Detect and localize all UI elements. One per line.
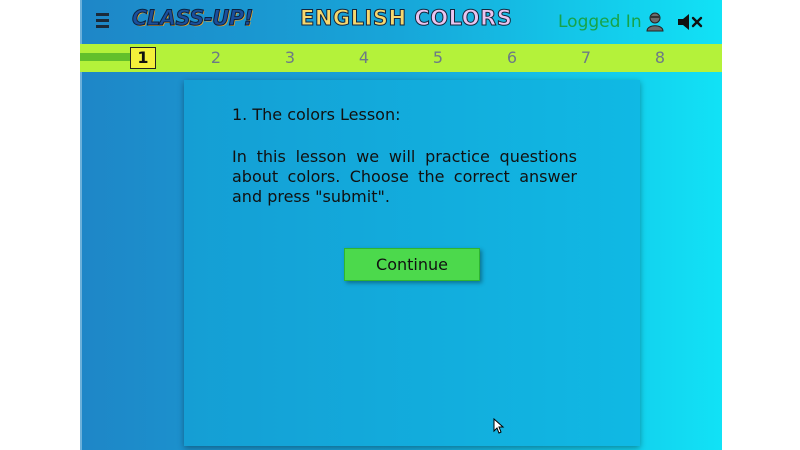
speaker-muted-icon[interactable] <box>676 12 704 32</box>
user-icon[interactable] <box>646 12 664 32</box>
title-word-english: ENGLISH <box>300 6 407 31</box>
lesson-title-header: ENGLISH COLORS <box>300 6 513 31</box>
progress-step-5[interactable]: 5 <box>426 48 450 68</box>
progress-bar: 1 2 3 4 5 6 7 8 <box>80 44 722 72</box>
lesson-card: 1. The colors Lesson: In this lesson we … <box>184 80 640 446</box>
mouse-cursor-icon <box>493 418 505 434</box>
progress-step-1[interactable]: 1 <box>130 47 156 69</box>
continue-button[interactable]: Continue <box>344 248 480 281</box>
app-window: CLASS-UP! ENGLISH COLORS Logged In 1 2 3 4 5… <box>80 0 722 450</box>
logged-in-label: Logged In <box>558 12 642 32</box>
lesson-heading: 1. The colors Lesson: <box>232 105 401 124</box>
hamburger-menu-icon[interactable] <box>96 13 110 29</box>
progress-fill <box>80 53 130 61</box>
progress-step-7[interactable]: 7 <box>574 48 598 68</box>
progress-step-6[interactable]: 6 <box>500 48 524 68</box>
app-logo: CLASS-UP! <box>132 6 254 31</box>
progress-step-8[interactable]: 8 <box>648 48 672 68</box>
progress-step-3[interactable]: 3 <box>278 48 302 68</box>
lesson-instructions: In this lesson we will practice question… <box>232 147 577 206</box>
progress-step-2[interactable]: 2 <box>204 48 228 68</box>
progress-step-4[interactable]: 4 <box>352 48 376 68</box>
title-word-colors: COLORS <box>414 6 513 31</box>
header-bar: CLASS-UP! ENGLISH COLORS Logged In <box>80 0 722 44</box>
